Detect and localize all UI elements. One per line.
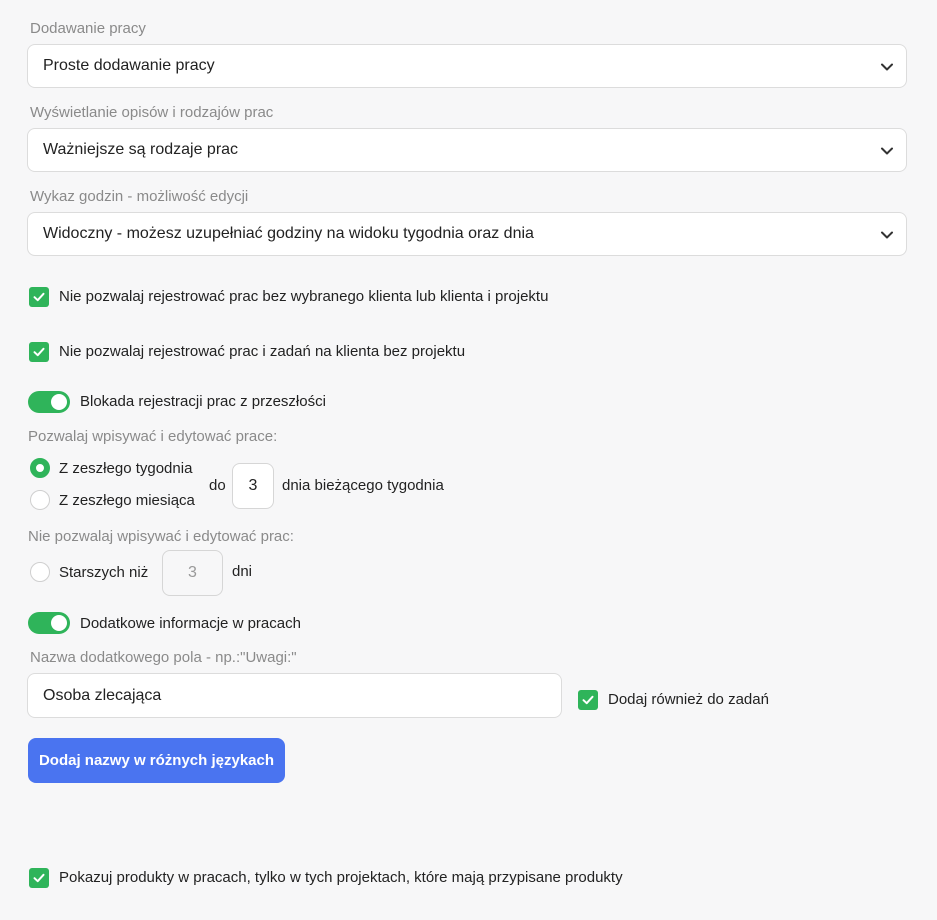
require-client-label: Nie pozwalaj rejestrować prac bez wybran…: [59, 288, 549, 305]
chevron-down-icon: [881, 63, 893, 71]
require-project-checkbox[interactable]: [29, 342, 49, 362]
allow-edit-label: Pozwalaj wpisywać i edytować prace:: [28, 428, 278, 445]
last-month-radio[interactable]: [30, 490, 50, 510]
older-than-label: Starszych niż: [59, 564, 149, 581]
descriptions-display-select[interactable]: Ważniejsze są rodzaje prac: [27, 128, 907, 172]
check-icon: [33, 347, 45, 357]
week-day-suffix: dnia bieżącego tygodnia: [282, 477, 444, 494]
older-than-radio[interactable]: [30, 562, 50, 582]
chevron-down-icon: [881, 147, 893, 155]
require-project-label: Nie pozwalaj rejestrować prac i zadań na…: [59, 343, 466, 360]
also-tasks-checkbox[interactable]: [578, 690, 598, 710]
chevron-down-icon: [881, 231, 893, 239]
last-week-radio[interactable]: [30, 458, 50, 478]
descriptions-display-value: Ważniejsze są rodzaje prac: [43, 141, 239, 158]
hours-list-value: Widoczny - możesz uzupełniać godziny na …: [43, 225, 534, 242]
last-week-label: Z zeszłego tygodnia: [59, 460, 193, 477]
check-icon: [582, 695, 594, 705]
extra-info-toggle[interactable]: [28, 612, 70, 634]
extra-info-label: Dodatkowe informacje w pracach: [80, 615, 301, 632]
products-checkbox[interactable]: [29, 868, 49, 888]
week-day-input[interactable]: 3: [232, 463, 274, 509]
hours-list-select[interactable]: Widoczny - możesz uzupełniać godziny na …: [27, 212, 907, 256]
work-adding-label: Dodawanie pracy: [30, 20, 146, 37]
extra-field-name-label: Nazwa dodatkowego pola - np.:"Uwagi:": [30, 649, 297, 666]
add-language-names-button[interactable]: Dodaj nazwy w różnych językach: [28, 738, 285, 783]
also-tasks-label: Dodaj również do zadań: [608, 691, 769, 708]
check-icon: [33, 292, 45, 302]
past-lock-toggle[interactable]: [28, 391, 70, 413]
extra-field-name-input[interactable]: Osoba zlecająca: [27, 673, 562, 718]
older-days-input[interactable]: 3: [162, 550, 223, 596]
products-label: Pokazuj produkty w pracach, tylko w tych…: [59, 869, 623, 886]
last-month-label: Z zeszłego miesiąca: [59, 492, 195, 509]
deny-edit-label: Nie pozwalaj wpisywać i edytować prac:: [28, 528, 294, 545]
hours-list-label: Wykaz godzin - możliwość edycji: [30, 188, 249, 205]
require-client-checkbox[interactable]: [29, 287, 49, 307]
work-adding-value: Proste dodawanie pracy: [43, 57, 215, 74]
past-lock-label: Blokada rejestracji prac z przeszłości: [80, 393, 326, 410]
older-days-suffix: dni: [232, 563, 253, 580]
do-label: do: [209, 477, 226, 494]
check-icon: [33, 873, 45, 883]
descriptions-display-label: Wyświetlanie opisów i rodzajów prac: [30, 104, 274, 121]
work-adding-select[interactable]: Proste dodawanie pracy: [27, 44, 907, 88]
